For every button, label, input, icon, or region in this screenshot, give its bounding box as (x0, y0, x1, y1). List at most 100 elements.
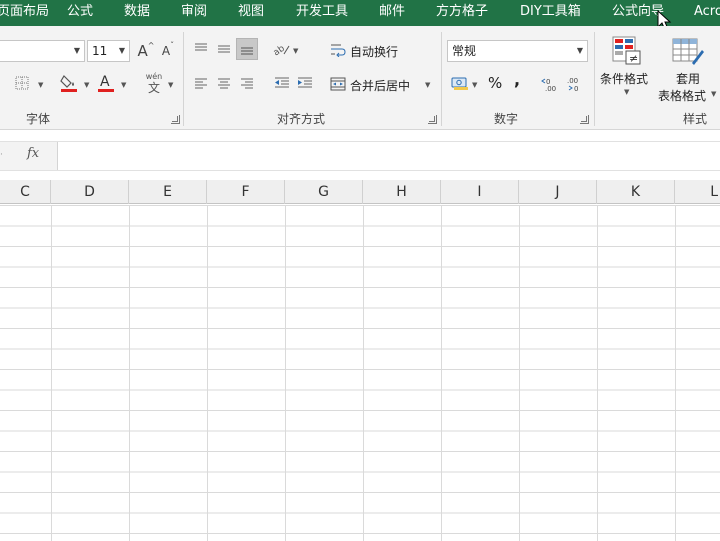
format-as-table-button[interactable]: 套用 表格格式 ▼ (656, 32, 720, 104)
align-right-icon (241, 78, 253, 89)
grid-line (441, 205, 442, 541)
decrease-indent-icon (275, 77, 289, 88)
fill-bucket-icon (60, 75, 77, 92)
tab-data[interactable]: 数据 (124, 0, 150, 26)
tab-review[interactable]: 审阅 (181, 0, 207, 26)
increase-decimal-icon: 0 .00 (541, 78, 556, 91)
ribbon: ▼ 11 ▼ A ^ Aˇ ▼ ▼ A ▼ wén 文 ▼ 字体 ab ▼ 自动… (0, 26, 720, 130)
chevron-down-icon[interactable]: ▼ (425, 81, 430, 89)
align-bottom-icon (241, 47, 253, 55)
chevron-down-icon: ▼ (624, 88, 630, 96)
column-header-k[interactable]: K (597, 180, 675, 204)
column-header-e[interactable]: E (129, 180, 207, 204)
insert-function-button[interactable]: fx (27, 146, 39, 161)
tab-view[interactable]: 视图 (238, 0, 264, 26)
formula-input[interactable] (57, 142, 720, 170)
decrease-indent-button[interactable] (271, 72, 293, 94)
increase-font-size-button[interactable]: A ^ (135, 40, 157, 62)
ribbon-tab-bar: 页面布局 公式 数据 审阅 视图 开发工具 邮件 方方格子 DIY工具箱 公式向… (0, 0, 720, 31)
chevron-down-icon[interactable]: ▼ (293, 47, 298, 55)
column-header-f[interactable]: F (207, 180, 285, 204)
chevron-down-icon[interactable]: ▼ (38, 81, 43, 89)
number-dialog-launcher-icon[interactable] (580, 115, 589, 124)
align-middle-button[interactable] (213, 38, 235, 60)
font-size-value: 11 (92, 44, 108, 58)
wrap-text-icon (331, 44, 346, 57)
wrap-text-icon-button[interactable] (327, 39, 349, 61)
align-center-button[interactable] (213, 72, 235, 94)
accounting-format-button[interactable] (449, 72, 471, 94)
accounting-format-icon (451, 77, 468, 90)
align-right-button[interactable] (236, 72, 258, 94)
merge-center-button[interactable]: 合并后居中 (350, 77, 410, 94)
column-header-d[interactable]: D (51, 180, 129, 204)
svg-text:ab: ab (273, 44, 287, 56)
chevron-down-icon: ▼ (711, 90, 717, 98)
borders-icon (15, 76, 29, 90)
conditional-formatting-icon: ≠ (612, 36, 641, 65)
decrease-font-size-icon: A (161, 44, 171, 58)
grid-line (597, 205, 598, 541)
group-divider (594, 32, 595, 126)
fill-color-button[interactable] (58, 72, 80, 94)
font-dialog-launcher-icon[interactable] (171, 115, 180, 124)
conditional-formatting-label: 条件格式 (600, 72, 649, 86)
column-header-l[interactable]: L (675, 180, 720, 204)
group-divider (441, 32, 442, 126)
alignment-dialog-launcher-icon[interactable] (428, 115, 437, 124)
wrap-text-button[interactable]: 自动换行 (350, 43, 398, 60)
svg-text:A: A (100, 74, 110, 90)
font-size-combo[interactable]: 11 ▼ (87, 40, 130, 62)
chevron-down-icon: ▼ (576, 46, 583, 55)
font-name-combo[interactable]: ▼ (0, 40, 85, 62)
number-format-combo[interactable]: 常规 ▼ (447, 40, 588, 62)
borders-button[interactable] (11, 72, 33, 94)
column-header-j[interactable]: J (519, 180, 597, 204)
column-header-c[interactable]: C (0, 180, 51, 204)
styles-group-label: 样式 (683, 112, 708, 126)
decrease-decimal-icon: .00 0 (567, 77, 578, 91)
comma-style-button[interactable]: , (514, 70, 520, 89)
chevron-down-icon[interactable]: ▼ (84, 81, 89, 89)
align-middle-icon (218, 45, 230, 53)
percent-style-button[interactable]: % (488, 74, 502, 92)
decrease-font-size-button[interactable]: Aˇ (157, 40, 179, 62)
tab-page-layout[interactable]: 页面布局 (0, 0, 49, 26)
conditional-formatting-button[interactable]: ≠ 条件格式 ▼ (598, 32, 658, 104)
chevron-down-icon[interactable]: ▼ (121, 81, 126, 89)
tab-formulas[interactable]: 公式 (67, 0, 93, 26)
align-left-button[interactable] (190, 72, 212, 94)
grid-line (363, 205, 364, 541)
chevron-down-icon[interactable]: ▼ (168, 81, 173, 89)
tab-mailings[interactable]: 邮件 (379, 0, 405, 26)
column-header-h[interactable]: H (363, 180, 441, 204)
align-top-button[interactable] (190, 38, 212, 60)
merge-center-icon-button[interactable] (327, 73, 349, 95)
font-color-button[interactable]: A (95, 72, 117, 94)
orientation-button[interactable]: ab (271, 38, 293, 60)
tab-developer[interactable]: 开发工具 (296, 0, 348, 26)
column-header-i[interactable]: I (441, 180, 519, 204)
align-bottom-button[interactable] (236, 38, 258, 60)
chevron-down-icon[interactable]: ▼ (472, 81, 477, 89)
group-divider (183, 32, 184, 126)
increase-decimal-button[interactable]: 0 .00 (540, 72, 562, 94)
phonetic-guide-button[interactable]: wén 文 (142, 70, 166, 96)
svg-text:0: 0 (574, 85, 578, 91)
alignment-group-label: 对齐方式 (277, 112, 326, 126)
decrease-decimal-button[interactable]: .00 0 (565, 72, 587, 94)
font-color-icon: A (98, 74, 114, 92)
grid-line (51, 205, 52, 541)
tab-diy-toolbox[interactable]: DIY工具箱 (520, 0, 581, 26)
cell-grid[interactable] (0, 205, 720, 541)
column-header-g[interactable]: G (285, 180, 363, 204)
grid-line (129, 205, 130, 541)
merge-center-icon (330, 77, 346, 91)
tab-acrobat[interactable]: Acro (694, 0, 720, 26)
format-as-table-label-1: 套用 (676, 72, 701, 86)
increase-font-size-icon: A (137, 42, 148, 60)
svg-text:.00: .00 (545, 85, 556, 91)
tab-fangfang[interactable]: 方方格子 (436, 0, 488, 26)
increase-indent-button[interactable] (294, 72, 316, 94)
grid-line (207, 205, 208, 541)
